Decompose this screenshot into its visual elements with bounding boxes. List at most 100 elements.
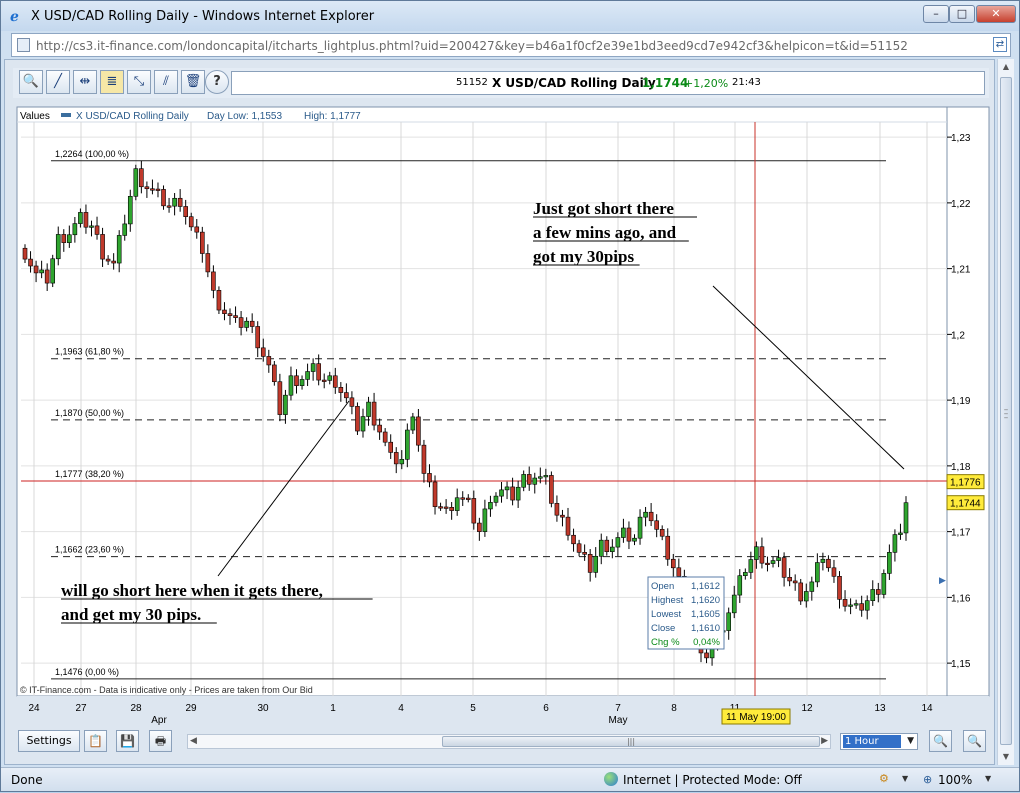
chevron-down-icon[interactable]: ▼ (902, 774, 908, 783)
fib-level-label: 1,1870 (50,00 %) (55, 408, 124, 418)
scroll-right-marker-icon[interactable]: ▶ (939, 576, 946, 586)
candle-body (853, 603, 859, 606)
candle-body (875, 589, 881, 595)
legend-day-high: High: 1,1777 (304, 111, 361, 122)
candle-body (504, 486, 510, 491)
candle-body (172, 197, 177, 207)
scroll-right-arrow-icon[interactable]: ▶ (821, 735, 828, 748)
candle-body (665, 535, 671, 560)
candle-body (194, 226, 200, 233)
candle-body (55, 234, 61, 260)
candle-body (820, 558, 826, 563)
candle-body (94, 225, 100, 235)
candle-body (360, 416, 366, 432)
candle-body (443, 506, 449, 509)
chart-bottom-bar: Settings 📋 💾 🖶 ◀ ||| ▶ 1 Hour ▼ 🔍 🔍 (13, 728, 989, 755)
candle-body (111, 260, 116, 264)
status-text: Done (11, 773, 43, 787)
time-scrollbar[interactable]: ◀ ||| ▶ (187, 734, 831, 749)
time-scroll-thumb[interactable]: ||| (442, 736, 820, 747)
y-tick-label: 1,16 (951, 593, 971, 604)
candle-body (543, 475, 549, 478)
candle-body (288, 375, 294, 396)
candle-body (848, 604, 853, 607)
x-tick-label: 28 (130, 703, 142, 714)
candle-body (770, 560, 776, 564)
candle-body (615, 537, 621, 548)
y-tick-label: 1,15 (951, 659, 971, 670)
candle-body (626, 527, 632, 542)
zoom-level[interactable]: 100% (938, 773, 972, 787)
candle-body (881, 573, 887, 595)
candle-body (211, 271, 216, 291)
candle-body (133, 168, 139, 197)
candle-body (277, 381, 283, 415)
annotation-line: and get my 30 pips. (61, 605, 201, 624)
copy-chart-icon[interactable]: 📋 (84, 730, 107, 752)
candle-body (743, 572, 748, 576)
ohlc-row-label: Chg % (651, 637, 680, 648)
price-tag-label: 1,1776 (950, 478, 981, 489)
x-tick-label: 4 (398, 703, 404, 714)
candle-body (416, 416, 421, 446)
candle-body (621, 527, 626, 538)
candle-body (305, 371, 310, 380)
status-bar: Done Internet | Protected Mode: Off ⚙ ▼ … (1, 767, 1019, 791)
candle-body (787, 577, 792, 582)
y-tick-label: 1,22 (951, 199, 971, 210)
candle-body (255, 326, 261, 349)
protected-mode-icon[interactable]: ⚙ (879, 772, 894, 786)
candle-body (100, 234, 105, 260)
legend-series-label: X USD/CAD Rolling Daily (76, 111, 189, 122)
month-label: Apr (151, 715, 167, 726)
candle-body (216, 290, 222, 311)
candle-body (831, 567, 837, 577)
zoom-out-button[interactable]: 🔍 (929, 730, 952, 752)
candle-body (89, 225, 94, 228)
candle-body (139, 168, 144, 188)
candle-body (355, 406, 360, 432)
chart-area[interactable]: 1,2264 (100,00 %) 1,1963 (61,80 %) 1,1870 … (1, 1, 1020, 793)
scroll-left-arrow-icon[interactable]: ◀ (190, 735, 197, 748)
settings-button[interactable]: Settings (18, 730, 80, 752)
candle-body (410, 416, 416, 431)
x-tick-label: 30 (257, 703, 269, 714)
candle-body (166, 205, 172, 208)
candle-body (188, 216, 194, 228)
candle-body (272, 364, 277, 383)
candle-body (670, 558, 676, 569)
candle-body (44, 269, 50, 284)
zoom-in-button[interactable]: 🔍 (963, 730, 986, 752)
candle-body (903, 502, 909, 534)
fib-level-label: 1,1662 (23,60 %) (55, 545, 124, 555)
candle-body (327, 375, 333, 381)
candle-body (39, 269, 44, 274)
candle-body (260, 347, 266, 357)
x-tick-label: 6 (543, 703, 549, 714)
save-icon[interactable]: 💾 (116, 730, 139, 752)
ohlc-row-value: 1,1612 (691, 581, 720, 592)
chevron-down-icon[interactable]: ▼ (985, 774, 991, 783)
print-icon[interactable]: 🖶 (149, 730, 172, 752)
y-tick-label: 1,2 (951, 330, 965, 341)
candle-body (798, 582, 804, 602)
annotation-line: will go short here when it gets there, (61, 581, 323, 600)
security-zone[interactable]: Internet | Protected Mode: Off (623, 773, 802, 787)
timeframe-select[interactable]: 1 Hour ▼ (840, 733, 918, 750)
candle-body (521, 474, 526, 488)
x-tick-label: 14 (921, 703, 933, 714)
candle-body (344, 392, 349, 399)
candle-body (532, 477, 538, 485)
x-tick-label: 5 (470, 703, 476, 714)
candle-body (759, 546, 765, 564)
candle-body (377, 424, 382, 433)
ohlc-row-label: Highest (651, 595, 684, 606)
candle-body (632, 537, 637, 542)
candle-body (105, 258, 111, 262)
ohlc-row-value: 0,04% (693, 637, 720, 648)
fib-level-label: 1,1476 (0,00 %) (55, 667, 119, 677)
ohlc-row-value: 1,1620 (691, 595, 720, 606)
candle-body (266, 356, 272, 366)
candle-body (754, 546, 759, 560)
candle-body (493, 495, 499, 503)
